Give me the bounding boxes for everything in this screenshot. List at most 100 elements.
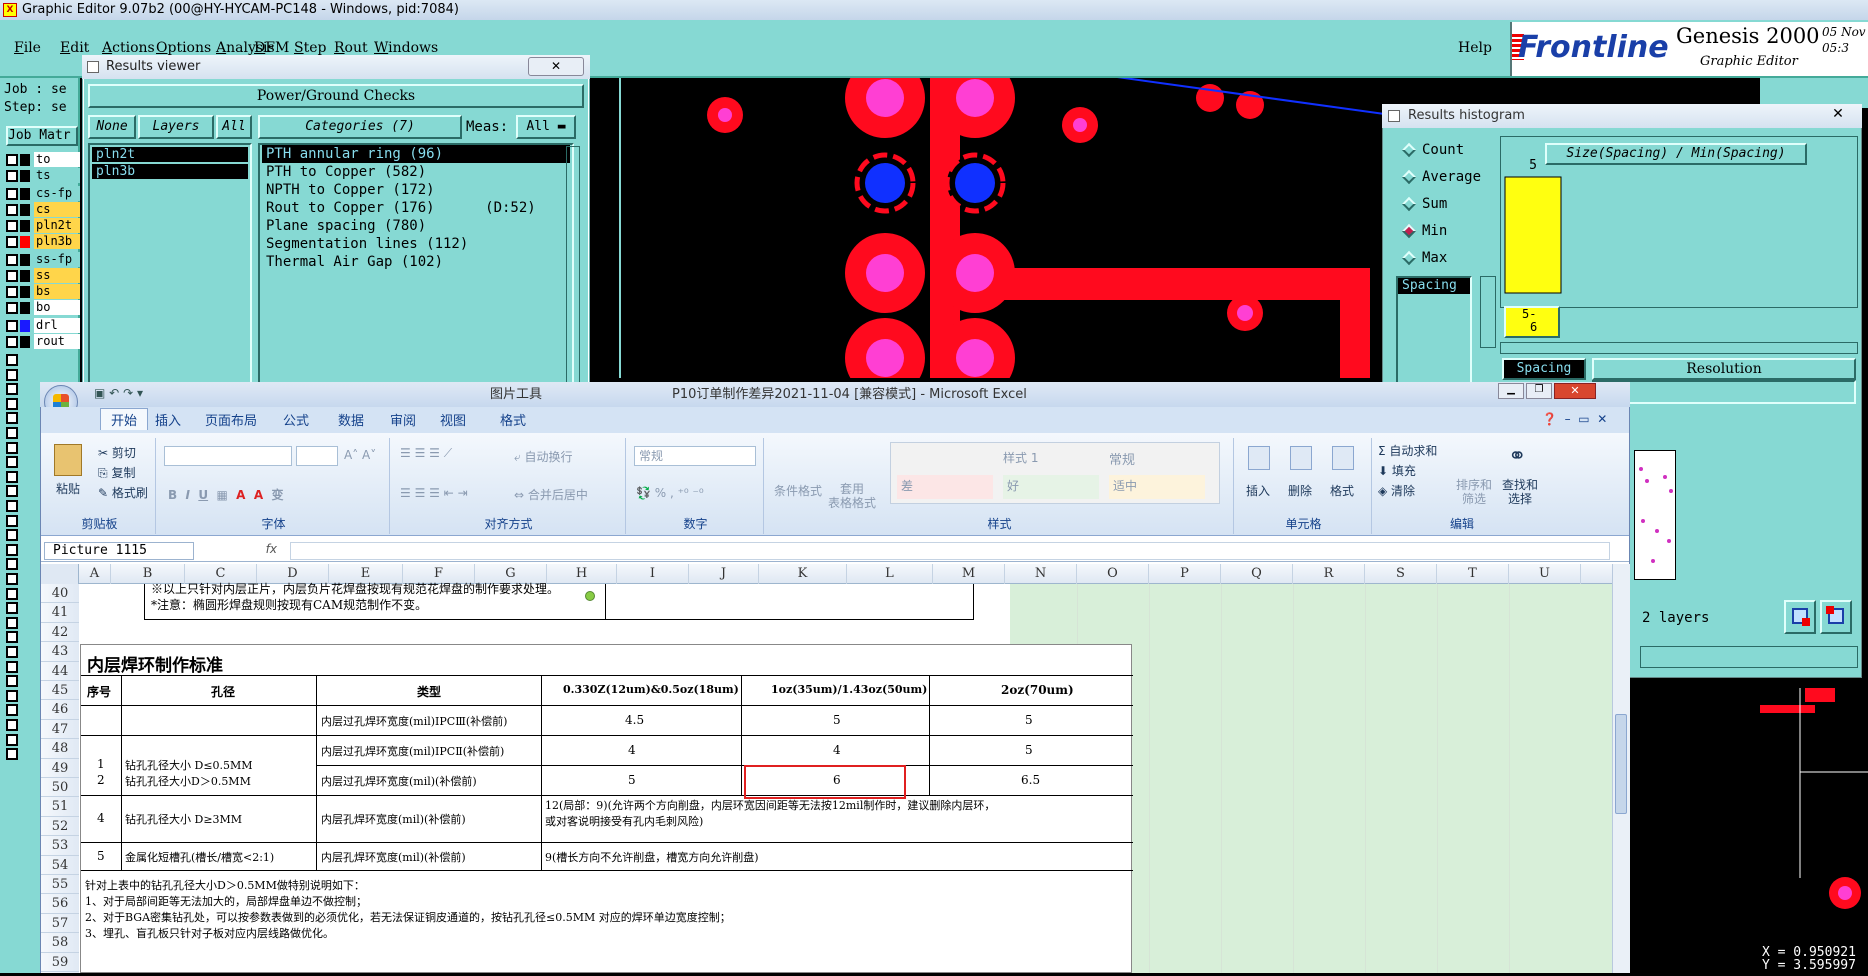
layer-checkbox[interactable] (6, 204, 18, 216)
layer-row-pln2t[interactable]: pln2t (6, 218, 80, 234)
menu-file[interactable]: File (14, 40, 41, 56)
format-painter-button[interactable]: ✎ 格式刷 (98, 484, 148, 501)
name-box[interactable]: Picture 1115 (44, 542, 194, 560)
save-icon[interactable]: ▣ (94, 386, 105, 400)
style-gallery[interactable]: 样式 1 常规 差 好 适中 (890, 442, 1220, 504)
close-button[interactable]: ✕ (1554, 383, 1596, 399)
copy-button[interactable]: ⎘ 复制 (98, 464, 135, 481)
minimize-button[interactable]: ▁ (1498, 383, 1524, 399)
layer-checkbox[interactable] (6, 368, 18, 381)
rv-category-item[interactable]: PTH annular ring (96) (262, 145, 570, 163)
redo-icon[interactable]: ↷ (123, 386, 133, 400)
column-header-cell[interactable]: P (1149, 564, 1221, 584)
layer-checkbox[interactable] (6, 320, 18, 332)
ribbon-tab[interactable]: 插入 (155, 410, 181, 429)
layer-checkbox[interactable] (6, 689, 18, 702)
layer-row-cs[interactable]: cs (6, 202, 80, 218)
ribbon-tab[interactable]: 开始 (100, 408, 149, 430)
column-header-cell[interactable]: K (759, 564, 847, 584)
merge-center-button[interactable]: ⇔ 合并后居中 (514, 486, 588, 503)
column-header-cell[interactable]: U (1509, 564, 1581, 584)
font-grow-icon[interactable]: A˄ A˅ (344, 448, 376, 462)
rv-categories-button[interactable]: Categories (7) (258, 115, 462, 139)
row-header-cell[interactable]: 57 (41, 914, 79, 934)
row-header-cell[interactable]: 49 (41, 759, 79, 778)
row-header-cell[interactable]: 51 (41, 797, 79, 817)
layer-checkbox[interactable] (6, 616, 18, 629)
column-header-cell[interactable]: T (1437, 564, 1509, 584)
menu-edit[interactable]: Edit (60, 40, 89, 56)
menu-windows[interactable]: Windows (374, 40, 438, 56)
rv-category-item[interactable]: Thermal Air Gap (102) (262, 253, 570, 271)
format-as-table-button[interactable]: 套用 表格格式 (826, 482, 878, 510)
font-name-dropdown[interactable] (164, 446, 292, 466)
rotate-handle[interactable] (585, 591, 595, 601)
layer-checkbox[interactable] (6, 631, 18, 644)
menu-options[interactable]: Options (156, 40, 211, 56)
rv-category-list[interactable]: PTH annular ring (96) PTH to Copper (582)… (258, 143, 574, 388)
layer-checkbox[interactable] (6, 733, 18, 746)
sort-filter-button[interactable]: 排序和 筛选 (1456, 478, 1492, 506)
layer-checkbox[interactable] (6, 220, 18, 232)
menu-help[interactable]: Help (1458, 40, 1492, 56)
histogram-close-button[interactable]: ✕ (1828, 106, 1848, 126)
column-header-cell[interactable]: R (1293, 564, 1365, 584)
layer-row-ss[interactable]: ss (6, 268, 80, 284)
column-header-cell[interactable]: M (933, 564, 1005, 584)
select-all-corner[interactable] (41, 564, 79, 584)
layer-checkbox[interactable] (6, 748, 18, 761)
layer-checkbox[interactable] (6, 441, 18, 454)
layer-row-bo[interactable]: bo (6, 300, 80, 316)
layer-checkbox[interactable] (6, 254, 18, 266)
row-header-cell[interactable]: 44 (41, 662, 79, 681)
radio-sum[interactable]: Sum (1401, 196, 1447, 212)
radio-min[interactable]: Min (1401, 223, 1447, 239)
ribbon-window-controls[interactable]: ❓ – ▭ ✕ (1542, 412, 1607, 426)
column-header-cell[interactable]: I (617, 564, 689, 584)
rv-none-button[interactable]: None (88, 115, 136, 139)
ribbon-tab[interactable]: 审阅 (390, 410, 416, 429)
measure-item[interactable]: Spacing (1398, 278, 1470, 294)
vertical-scrollbar[interactable] (1612, 564, 1630, 973)
column-header-cell[interactable]: L (847, 564, 933, 584)
rv-meas-dropdown[interactable]: All ▬ (516, 115, 576, 139)
layer-row-pln3b[interactable]: pln3b (6, 234, 80, 250)
row-header-cell[interactable]: 41 (41, 603, 79, 623)
maximize-button[interactable]: ❐ (1526, 383, 1552, 399)
rv-layer-item[interactable]: pln2t (92, 147, 248, 162)
layer-checkbox[interactable] (6, 302, 18, 314)
ribbon-tab[interactable]: 格式 (500, 410, 526, 429)
rv-all-button[interactable]: All (216, 115, 252, 139)
layer-checkbox[interactable] (6, 587, 18, 600)
layer-checkbox[interactable] (6, 170, 18, 182)
layer-checkbox[interactable] (6, 427, 18, 439)
radio-count[interactable]: Count (1401, 142, 1464, 158)
layer-row-to[interactable]: to (6, 152, 80, 168)
formula-input[interactable] (290, 542, 1610, 560)
format-button[interactable]: 格式 (1330, 482, 1354, 499)
percent-comma-icons[interactable]: 💱 % , ⁺⁰ ⁻⁰ (636, 486, 704, 500)
clear-button[interactable]: ◈ 清除 (1378, 482, 1415, 499)
rv-category-item[interactable]: PTH to Copper (582) (262, 163, 570, 181)
row-header-cell[interactable]: 54 (41, 856, 79, 875)
layer-checkbox[interactable] (6, 660, 18, 673)
layer-checkbox[interactable] (6, 286, 18, 298)
layer-checkbox[interactable] (6, 558, 18, 571)
resolution-input[interactable]: 0 (1592, 380, 1856, 404)
rv-category-item[interactable]: Rout to Copper (176) (D:52) (262, 199, 570, 217)
layer-checkbox[interactable] (6, 675, 18, 688)
row-header-cell[interactable]: 50 (41, 778, 79, 798)
rv-category-item[interactable]: Segmentation lines (112) (262, 235, 570, 253)
layer-checkbox[interactable] (6, 485, 18, 498)
ribbon-tab[interactable]: 公式 (283, 410, 309, 429)
layer-row-cs-fp[interactable]: cs-fp (6, 186, 80, 202)
ribbon-tab[interactable]: 页面布局 (205, 410, 257, 429)
layer-checkbox[interactable] (6, 719, 18, 731)
undo-icon[interactable]: ↶ (109, 386, 119, 400)
find-select-button[interactable]: 查找和 选择 (1502, 478, 1538, 506)
radio-average[interactable]: Average (1401, 169, 1481, 185)
layer-checkbox[interactable] (6, 543, 18, 556)
fx-button[interactable]: fx (205, 542, 285, 560)
layer-checkbox[interactable] (6, 270, 18, 282)
rv-layers-button[interactable]: Layers (138, 115, 214, 139)
